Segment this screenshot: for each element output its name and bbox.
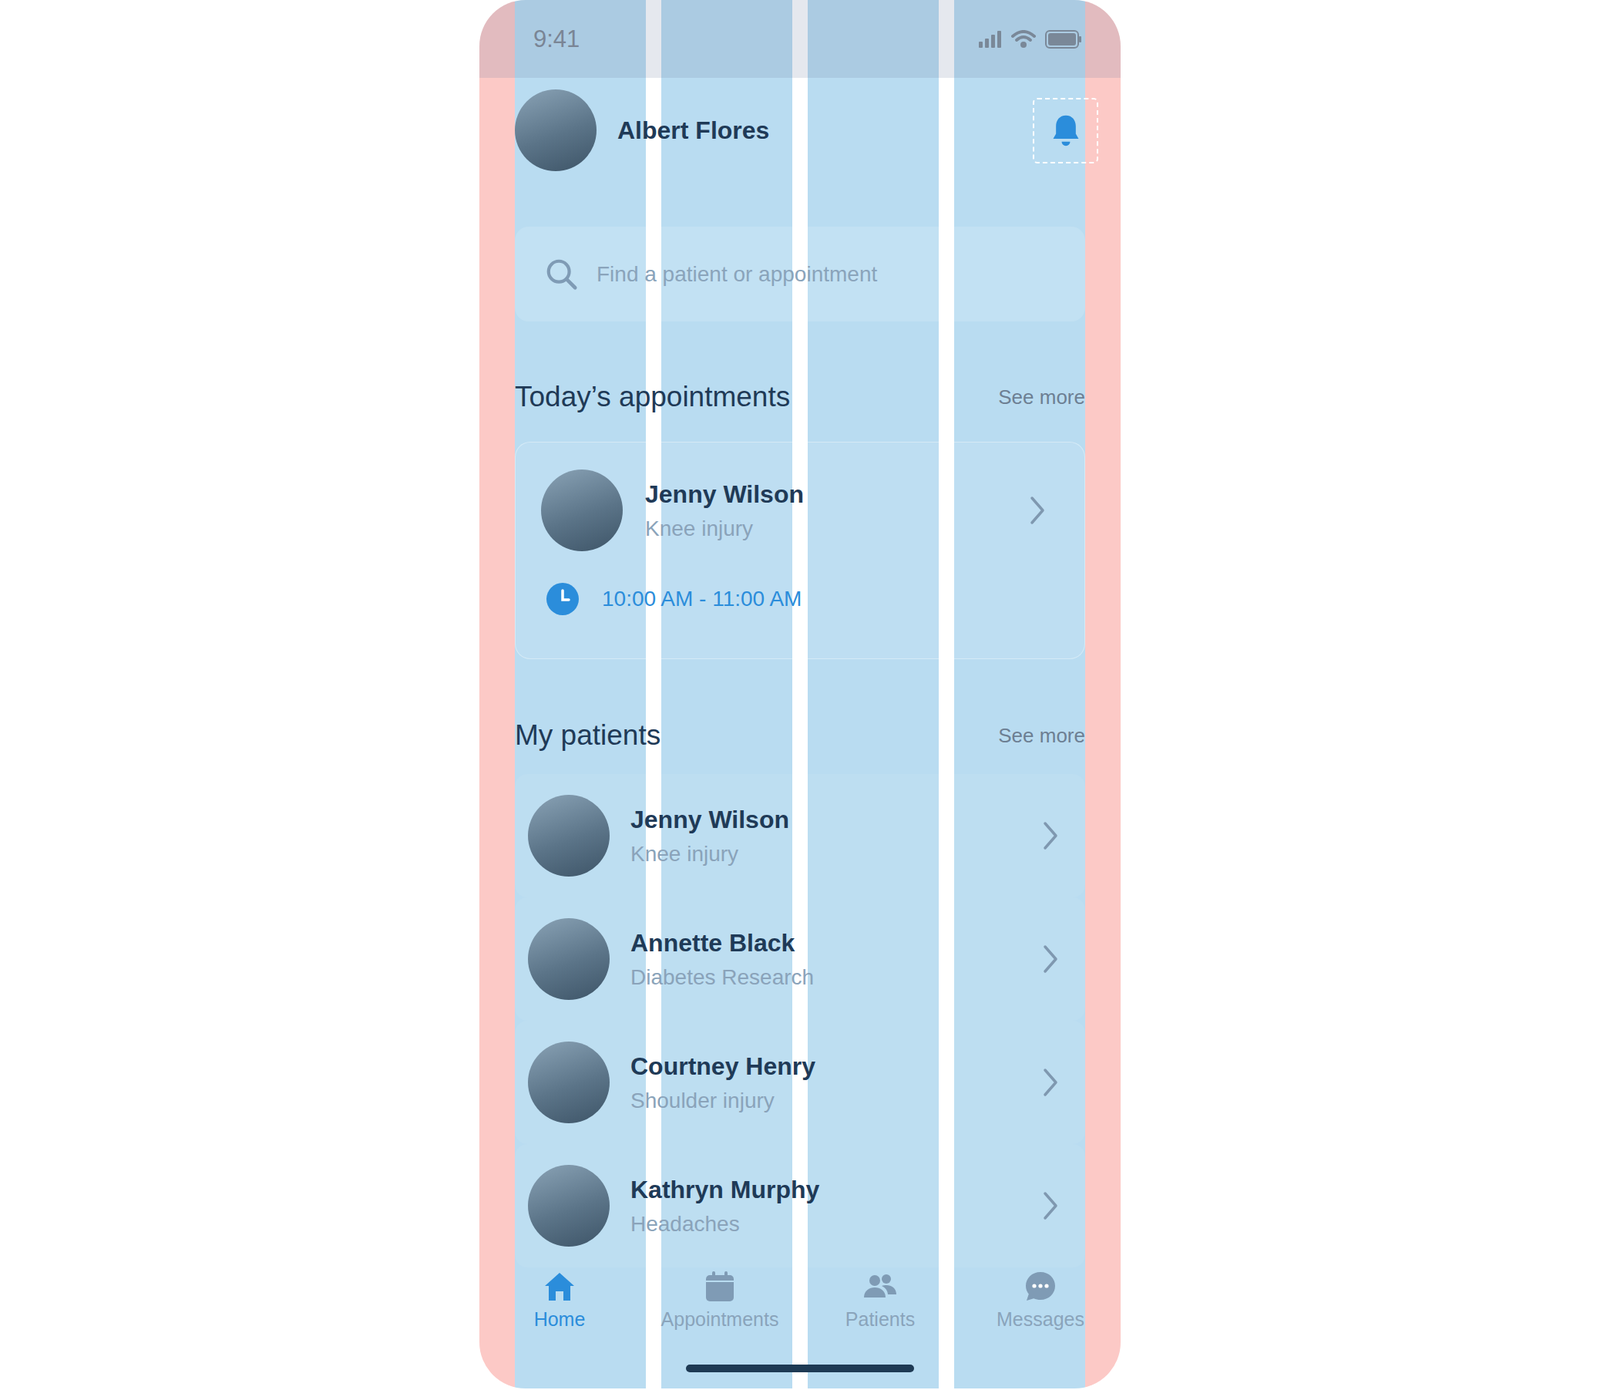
patient-condition: Knee injury xyxy=(630,841,1043,867)
patient-name: Jenny Wilson xyxy=(630,805,1043,834)
system-icons xyxy=(978,30,1083,49)
grid-margin xyxy=(1085,0,1121,1389)
chevron-right-icon xyxy=(1042,943,1059,975)
user-avatar[interactable] xyxy=(514,89,597,172)
phone-frame: 9:41 Albert Flores Find a patient or appoi… xyxy=(479,0,1121,1389)
see-more-link[interactable]: See more xyxy=(998,723,1086,748)
appointment-patient: Jenny Wilson Knee injury xyxy=(541,469,1046,552)
patient-condition: Diabetes Research xyxy=(630,964,1043,990)
patient-info: Jenny Wilson Knee injury xyxy=(645,480,1029,542)
patient-row[interactable]: Jenny Wilson Knee injury xyxy=(514,773,1086,898)
patient-list: Jenny Wilson Knee injury Annette Black Diab… xyxy=(514,773,1086,1268)
home-indicator xyxy=(685,1364,915,1372)
wifi-icon xyxy=(1011,30,1036,49)
patient-info: Jenny Wilson Knee injury xyxy=(630,805,1043,867)
notifications-button[interactable] xyxy=(1032,97,1099,164)
nav-item[interactable]: Home xyxy=(479,1267,640,1389)
appointment-time-text: 10:00 AM - 11:00 AM xyxy=(601,586,802,612)
search-field[interactable]: Find a patient or appointment xyxy=(514,226,1086,322)
people-icon xyxy=(861,1267,899,1305)
battery-icon xyxy=(1045,30,1083,49)
nav-label: Appointments xyxy=(661,1307,780,1331)
patient-info: Annette Black Diabetes Research xyxy=(630,928,1043,990)
chevron-right-icon xyxy=(1028,494,1046,526)
section-title: Today’s appointments xyxy=(514,380,790,414)
section-title: My patients xyxy=(514,719,661,752)
patient-info: Courtney Henry Shoulder injury xyxy=(630,1052,1043,1113)
page: 9:41 Albert Flores Find a patient or appoi… xyxy=(0,0,1600,1390)
nav-item[interactable]: Messages xyxy=(960,1267,1121,1389)
patient-avatar xyxy=(527,794,610,877)
calendar-icon xyxy=(701,1267,739,1305)
patient-avatar xyxy=(527,1041,610,1123)
user-name: Albert Flores xyxy=(617,116,1033,145)
appointments-header: Today’s appointments See more xyxy=(514,378,1086,416)
screen-content: 9:41 Albert Flores Find a patient or appoi… xyxy=(479,0,1121,1268)
nav-label: Home xyxy=(534,1307,586,1331)
patients-header: My patients See more xyxy=(514,716,1086,754)
patient-avatar xyxy=(541,469,623,552)
patient-condition: Shoulder injury xyxy=(630,1088,1043,1113)
patient-condition: Knee injury xyxy=(645,516,1029,542)
see-more-link[interactable]: See more xyxy=(998,385,1086,410)
chevron-right-icon xyxy=(1042,1066,1059,1098)
patient-name: Jenny Wilson xyxy=(645,480,1029,509)
chevron-right-icon xyxy=(1042,820,1059,851)
chevron-right-icon xyxy=(1042,1189,1059,1221)
chat-icon xyxy=(1021,1267,1059,1305)
grid-margin xyxy=(479,0,515,1389)
status-bar: 9:41 xyxy=(514,0,1086,78)
home-icon xyxy=(541,1267,579,1305)
patient-name: Courtney Henry xyxy=(630,1052,1043,1081)
header: Albert Flores xyxy=(514,89,1086,172)
patient-avatar xyxy=(527,1164,610,1247)
search-placeholder: Find a patient or appointment xyxy=(596,262,878,287)
signal-icon xyxy=(978,30,1002,48)
appointment-card[interactable]: Jenny Wilson Knee injury 10:00 AM - 11:00 … xyxy=(514,441,1086,659)
patient-avatar xyxy=(527,917,610,1000)
patient-name: Annette Black xyxy=(630,928,1043,958)
appointment-time: 10:00 AM - 11:00 AM xyxy=(546,582,1046,616)
patient-condition: Headaches xyxy=(630,1211,1043,1237)
nav-label: Messages xyxy=(996,1307,1085,1331)
patient-row[interactable]: Kathryn Murphy Headaches xyxy=(514,1143,1086,1268)
patient-row[interactable]: Annette Black Diabetes Research xyxy=(514,897,1086,1021)
clock-icon xyxy=(546,582,579,616)
patient-row[interactable]: Courtney Henry Shoulder injury xyxy=(514,1020,1086,1144)
search-icon xyxy=(544,256,580,293)
patient-info: Kathryn Murphy Headaches xyxy=(630,1175,1043,1237)
status-time: 9:41 xyxy=(533,25,580,54)
patient-name: Kathryn Murphy xyxy=(630,1175,1043,1204)
nav-label: Patients xyxy=(845,1307,915,1331)
bell-icon xyxy=(1048,112,1083,148)
